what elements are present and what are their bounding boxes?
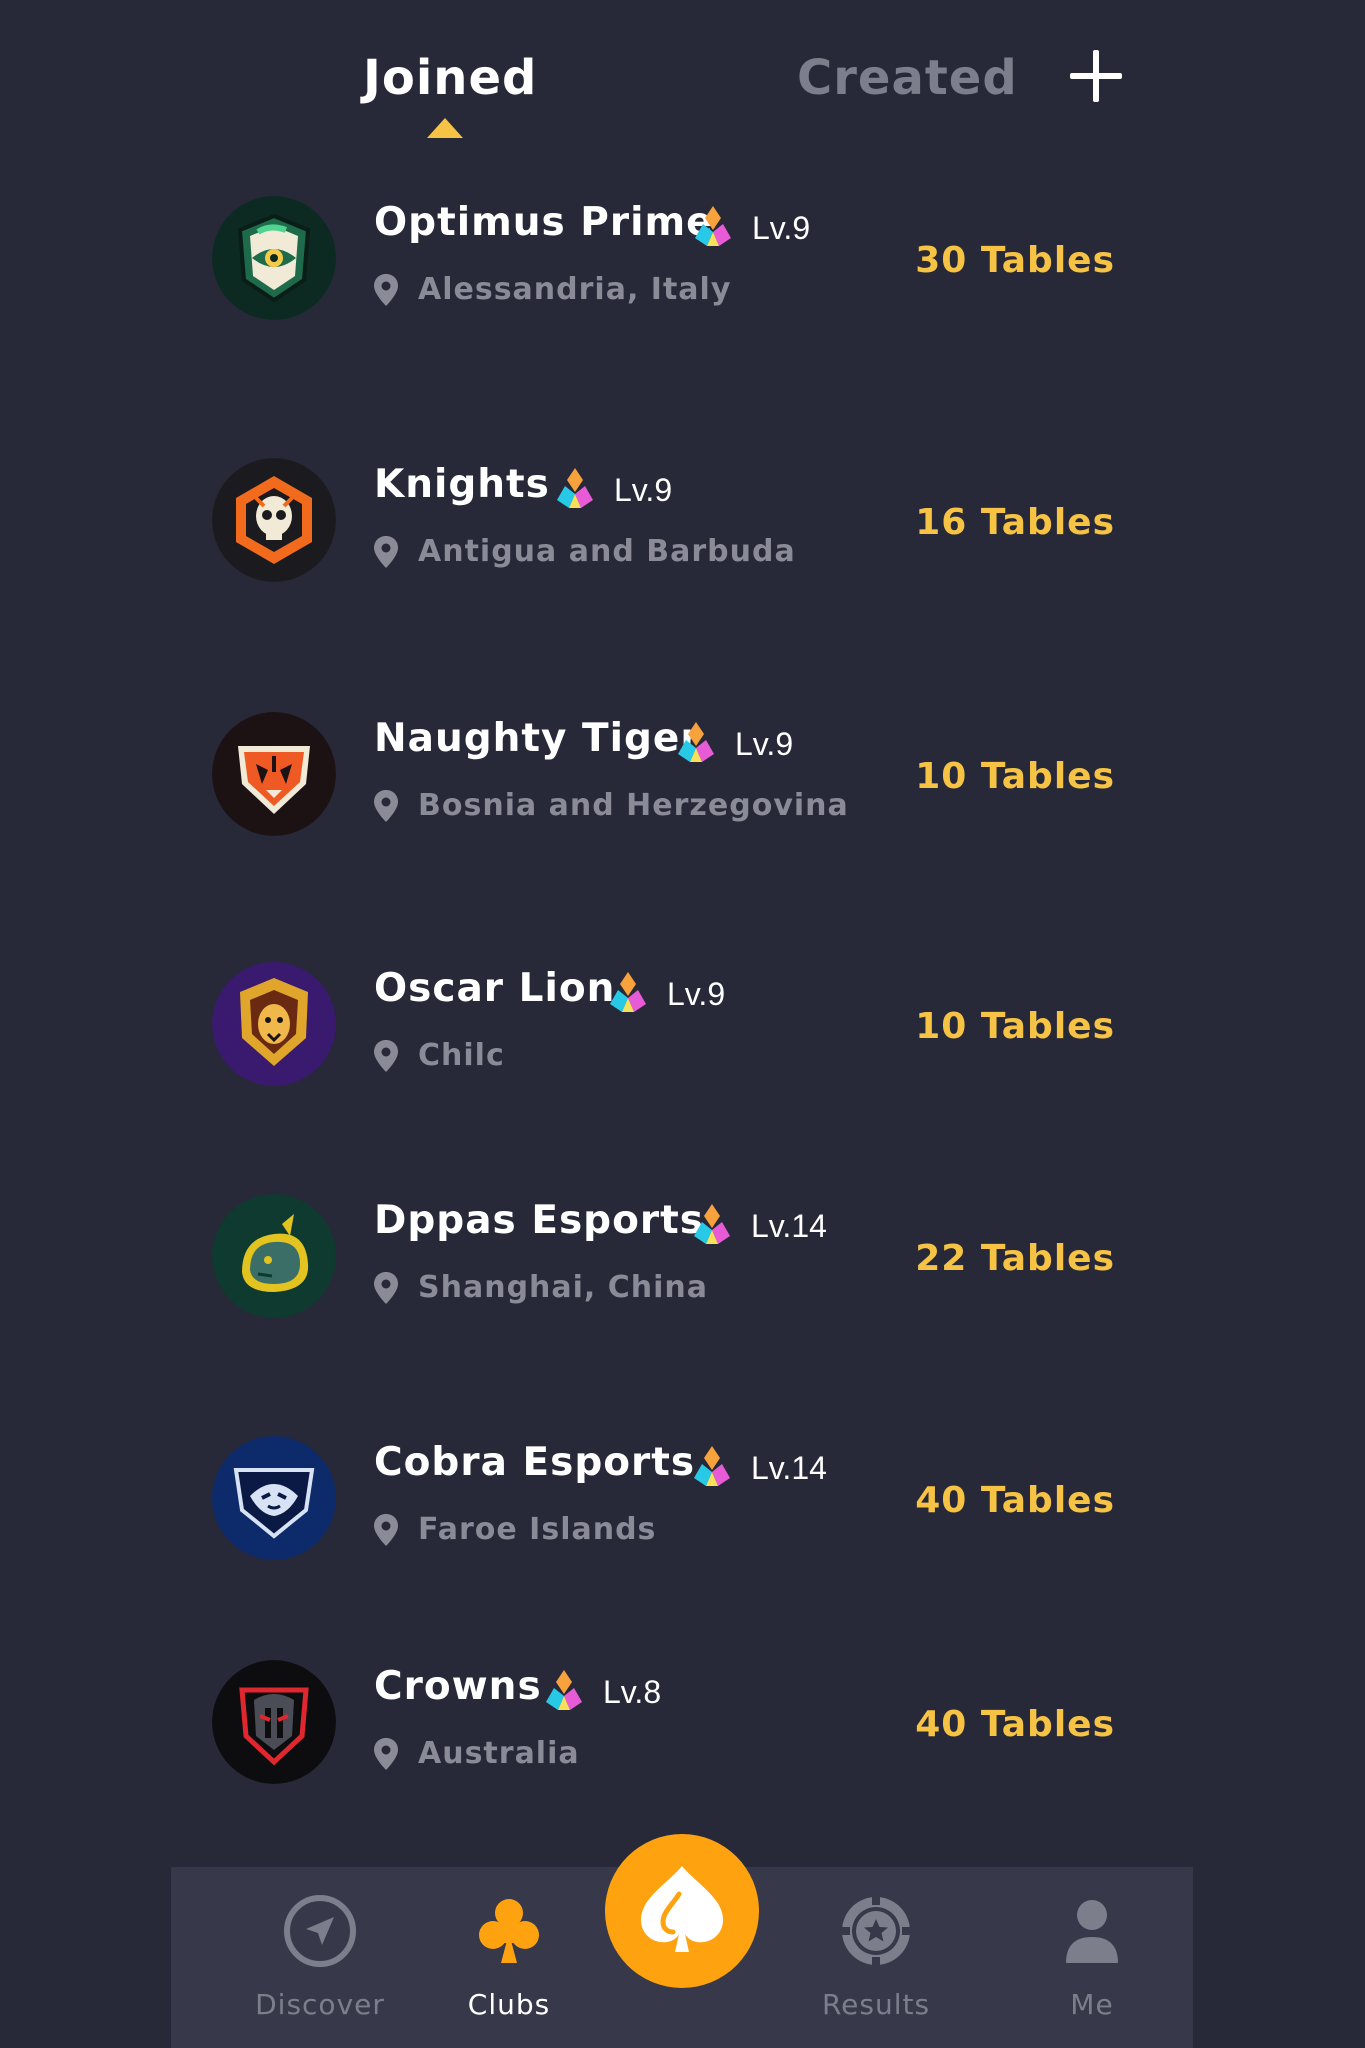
club-row[interactable]: Oscar Lion Lv.9 Chilc 10 Tables [0, 962, 1365, 1122]
club-level: Lv.8 [541, 1670, 661, 1714]
table-count: 40 Tables [915, 1704, 1115, 1745]
club-row[interactable]: Knights Lv.9 Antigua and Barbuda 16 Tabl… [0, 458, 1365, 618]
poker-chip-icon [840, 1895, 912, 1967]
club-logo-red-spartan [212, 1660, 336, 1784]
table-count: 40 Tables [915, 1480, 1115, 1521]
location-pin-icon [374, 1272, 398, 1304]
club-row[interactable]: Naughty Tiger Lv.9 Bosnia and Herzegovin… [0, 712, 1365, 872]
level-gem-icon [694, 1204, 730, 1244]
club-location: Faroe Islands [374, 1508, 656, 1552]
level-gem-icon [557, 468, 593, 508]
level-text: Lv.9 [752, 210, 811, 246]
location-text: Faroe Islands [418, 1512, 657, 1547]
club-row[interactable]: Optimus Prime Lv.9 Alessandria, Italy 30… [0, 196, 1365, 356]
nav-me[interactable]: Me [1007, 1867, 1177, 2048]
club-name: Knights [374, 462, 550, 507]
club-logo-purple-lion [212, 962, 336, 1086]
location-pin-icon [374, 274, 398, 306]
club-level: Lv.9 [690, 206, 810, 250]
table-count: 22 Tables [915, 1238, 1115, 1279]
club-name: Oscar Lion [374, 966, 616, 1011]
club-row[interactable]: Dppas Esports Lv.14 Shanghai, China 22 T… [0, 1194, 1365, 1354]
level-text: Lv.14 [751, 1450, 827, 1486]
nav-results[interactable]: Results [791, 1867, 961, 2048]
location-pin-icon [374, 790, 398, 822]
nav-label: Me [1070, 1988, 1114, 2021]
club-location: Bosnia and Herzegovina [374, 784, 849, 828]
club-location: Shanghai, China [374, 1266, 708, 1310]
location-pin-icon [374, 1040, 398, 1072]
club-suit-icon [479, 1899, 539, 1963]
level-text: Lv.9 [735, 726, 794, 762]
club-location: Alessandria, Italy [374, 268, 731, 312]
club-name: Cobra Esports [374, 1440, 696, 1485]
nav-discover[interactable]: Discover [235, 1867, 405, 2048]
table-count: 10 Tables [915, 756, 1115, 797]
club-location: Australia [374, 1732, 580, 1776]
nav-clubs[interactable]: Clubs [424, 1867, 594, 2048]
play-button[interactable] [605, 1834, 759, 1988]
club-name: Crowns [374, 1664, 542, 1709]
user-icon [1066, 1900, 1118, 1963]
location-pin-icon [374, 1514, 398, 1546]
club-row[interactable]: Crowns Lv.8 Australia 40 Tables [0, 1660, 1365, 1820]
club-logo-green-eye-shield [212, 196, 336, 320]
club-name: Optimus Prime [374, 200, 714, 245]
club-row[interactable]: Cobra Esports Lv.14 Faroe Islands 40 Tab… [0, 1436, 1365, 1596]
club-level: Lv.14 [689, 1446, 827, 1490]
level-gem-icon [694, 1446, 730, 1486]
location-text: Antigua and Barbuda [418, 534, 796, 569]
club-logo-green-rhino [212, 1194, 336, 1318]
location-pin-icon [374, 1738, 398, 1770]
club-name: Naughty Tiger [374, 716, 701, 761]
location-pin-icon [374, 536, 398, 568]
club-level: Lv.9 [552, 468, 672, 512]
level-text: Lv.9 [614, 472, 673, 508]
level-gem-icon [678, 722, 714, 762]
club-level: Lv.9 [673, 722, 793, 766]
nav-label: Clubs [467, 1988, 551, 2021]
club-name: Dppas Esports [374, 1198, 704, 1243]
level-text: Lv.8 [603, 1674, 662, 1710]
compass-icon [284, 1895, 356, 1967]
club-logo-orange-skull [212, 458, 336, 582]
level-text: Lv.14 [751, 1208, 827, 1244]
club-level: Lv.9 [605, 972, 725, 1016]
club-logo-orange-tiger [212, 712, 336, 836]
location-text: Australia [418, 1736, 580, 1771]
club-level: Lv.14 [689, 1204, 827, 1248]
location-text: Bosnia and Herzegovina [418, 788, 849, 823]
location-text: Shanghai, China [418, 1270, 709, 1305]
club-list: Optimus Prime Lv.9 Alessandria, Italy 30… [0, 0, 1365, 1860]
level-text: Lv.9 [667, 976, 726, 1012]
spade-icon [641, 1866, 723, 1952]
club-logo-blue-cobra [212, 1436, 336, 1560]
level-gem-icon [610, 972, 646, 1012]
nav-label: Results [821, 1988, 931, 2021]
level-gem-icon [695, 206, 731, 246]
level-gem-icon [546, 1670, 582, 1710]
nav-label: Discover [255, 1988, 385, 2021]
club-location: Chilc [374, 1034, 505, 1078]
club-location: Antigua and Barbuda [374, 530, 796, 574]
location-text: Alessandria, Italy [418, 272, 732, 307]
table-count: 16 Tables [915, 502, 1115, 543]
table-count: 30 Tables [915, 240, 1115, 281]
table-count: 10 Tables [915, 1006, 1115, 1047]
location-text: Chilc [418, 1038, 505, 1073]
